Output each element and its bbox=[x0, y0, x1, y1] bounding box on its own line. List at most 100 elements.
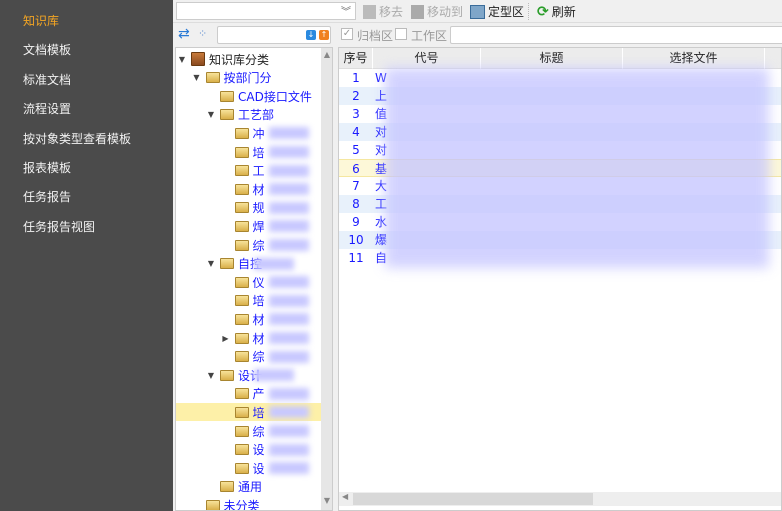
tree-node-label: 培 bbox=[252, 145, 265, 160]
tree-node[interactable]: 设 bbox=[176, 441, 321, 459]
col-header-index[interactable]: 序号 bbox=[339, 48, 373, 69]
folder-icon bbox=[220, 369, 234, 381]
move-icon bbox=[411, 4, 424, 19]
search-up-icon[interactable]: ↑ bbox=[319, 30, 329, 40]
folder-icon bbox=[234, 444, 249, 456]
redacted-text bbox=[268, 201, 309, 214]
tree-node-label: 设 bbox=[252, 461, 265, 476]
tree-node-label: 培 bbox=[252, 294, 265, 309]
folder-icon bbox=[234, 183, 249, 195]
tree-node[interactable]: 综 bbox=[176, 348, 321, 366]
sidebar-item[interactable]: 任务报告 bbox=[23, 188, 71, 205]
tree-node[interactable]: 综 bbox=[176, 422, 321, 440]
tree-node[interactable]: 培 bbox=[176, 403, 321, 422]
redacted-text bbox=[268, 146, 309, 158]
scroll-down-icon[interactable]: ▼ bbox=[321, 496, 332, 510]
scrollbar-thumb[interactable] bbox=[353, 493, 593, 505]
collapse-arrow-icon[interactable]: ▼ bbox=[206, 110, 216, 119]
folder-icon bbox=[234, 202, 249, 214]
tree-node[interactable]: CAD接口文件 bbox=[176, 87, 321, 105]
tree-node[interactable]: ▼ 设计 bbox=[176, 366, 321, 384]
archive-checkbox[interactable]: ✓ bbox=[341, 28, 353, 40]
tree-scrollbar[interactable]: ▲ ▼ bbox=[321, 48, 332, 510]
col-header-code[interactable]: 代号 bbox=[373, 48, 481, 69]
folder-icon bbox=[234, 388, 249, 400]
sync-icon[interactable]: ⇄ bbox=[178, 26, 190, 42]
col-header-file[interactable]: 选择文件 bbox=[623, 48, 765, 69]
search-down-icon[interactable]: ↓ bbox=[306, 30, 316, 40]
tree-node-label: 产 bbox=[252, 387, 265, 402]
folder-icon bbox=[234, 406, 249, 418]
work-checkbox[interactable] bbox=[395, 28, 407, 40]
tree-node[interactable]: 未分类 bbox=[176, 496, 321, 510]
scroll-left-icon[interactable]: ◀ bbox=[342, 492, 348, 501]
expand-arrow-icon[interactable]: ▶ bbox=[221, 334, 231, 343]
folder-icon bbox=[234, 295, 249, 307]
folder-icon bbox=[234, 332, 249, 344]
remove-button[interactable]: 移去 bbox=[363, 3, 403, 20]
tree-node-label: 工 bbox=[252, 164, 265, 179]
redacted-text bbox=[268, 443, 309, 456]
tree-node[interactable]: 仪 bbox=[176, 273, 321, 291]
folder-icon bbox=[234, 220, 249, 232]
category-select[interactable]: ︾ bbox=[176, 2, 356, 20]
tree-search-input[interactable]: ↓ ↑ bbox=[217, 26, 331, 44]
tree-node[interactable]: 冲 bbox=[176, 124, 321, 142]
sidebar-item[interactable]: 流程设置 bbox=[23, 100, 71, 117]
grid-horizontal-scrollbar[interactable]: ◀ bbox=[339, 492, 781, 506]
scroll-up-icon[interactable]: ▲ bbox=[321, 50, 332, 64]
folder-icon bbox=[234, 351, 249, 363]
work-label: 工作区 bbox=[411, 29, 448, 43]
tree-node[interactable]: ▼ 知识库分类 bbox=[176, 50, 321, 68]
category-tree: ▼ 知识库分类 ▼ 按部门分 CAD接口文件 ▼ 工艺部冲培工材规焊综 ▼ 自控仪培材 ▶ 材综 ▼ 设… bbox=[175, 47, 333, 511]
document-icon bbox=[363, 4, 376, 19]
tree-node[interactable]: 产 bbox=[176, 385, 321, 403]
redacted-text bbox=[268, 239, 309, 251]
tree-node[interactable]: 通用 bbox=[176, 478, 321, 496]
collapse-arrow-icon[interactable]: ▼ bbox=[192, 73, 202, 82]
sidebar-item[interactable]: 标准文档 bbox=[23, 71, 71, 88]
redacted-text bbox=[268, 425, 309, 437]
row-index: 4 bbox=[352, 125, 360, 139]
redacted-text bbox=[268, 387, 309, 400]
tree-node[interactable]: 工 bbox=[176, 162, 321, 180]
sidebar-item[interactable]: 按对象类型查看模板 bbox=[23, 130, 131, 147]
redacted-text bbox=[254, 369, 294, 382]
sidebar-item[interactable]: 文档模板 bbox=[23, 41, 71, 58]
refresh-button[interactable]: ⟳ 刷新 bbox=[537, 3, 576, 20]
tree-node[interactable]: 培 bbox=[176, 292, 321, 310]
move-to-button[interactable]: 移动到 bbox=[411, 3, 463, 20]
collapse-arrow-icon[interactable]: ▼ bbox=[206, 371, 216, 380]
tree-structure-icon[interactable]: ⁘ bbox=[198, 27, 207, 40]
sidebar-item[interactable]: 知识库 bbox=[23, 12, 59, 29]
toolbar: ︾ 移去 移动到 定型区 ⟳ 刷新 bbox=[173, 0, 782, 23]
tree-node[interactable]: 材 bbox=[176, 310, 321, 328]
move-to-label: 移动到 bbox=[427, 5, 464, 19]
tree-node-label: 培 bbox=[252, 405, 265, 420]
collapse-arrow-icon[interactable]: ▼ bbox=[177, 55, 187, 64]
tree-node[interactable]: 焊 bbox=[176, 217, 321, 235]
tree-node[interactable]: 综 bbox=[176, 236, 321, 254]
row-index: 5 bbox=[352, 143, 360, 157]
collapse-arrow-icon[interactable]: ▼ bbox=[206, 259, 216, 268]
folder-icon bbox=[234, 146, 249, 158]
tree-node[interactable]: 培 bbox=[176, 143, 321, 161]
redacted-text bbox=[268, 406, 309, 419]
redacted-text bbox=[268, 462, 309, 475]
tree-node[interactable]: 材 bbox=[176, 180, 321, 198]
tree-node[interactable]: ▶ 材 bbox=[176, 329, 321, 347]
tree-node-label: 材 bbox=[252, 312, 265, 327]
sidebar: 知识库文档模板标准文档流程设置按对象类型查看模板 报表模板任务报告任务报告视图 bbox=[0, 0, 173, 511]
col-header-title[interactable]: 标题 bbox=[481, 48, 623, 69]
tree-node[interactable]: ▼ 工艺部 bbox=[176, 106, 321, 124]
tree-node[interactable]: ▼ 按部门分 bbox=[176, 69, 321, 87]
tree-node[interactable]: ▼ 自控 bbox=[176, 255, 321, 273]
filter-input[interactable] bbox=[450, 26, 782, 44]
sidebar-item[interactable]: 任务报告视图 bbox=[23, 218, 95, 235]
tree-node[interactable]: 设 bbox=[176, 459, 321, 477]
sidebar-item[interactable]: 报表模板 bbox=[23, 159, 71, 176]
tree-node[interactable]: 规 bbox=[176, 199, 321, 217]
fixed-area-button[interactable]: 定型区 bbox=[470, 3, 524, 20]
redacted-text bbox=[268, 183, 309, 196]
redacted-text bbox=[268, 276, 309, 289]
